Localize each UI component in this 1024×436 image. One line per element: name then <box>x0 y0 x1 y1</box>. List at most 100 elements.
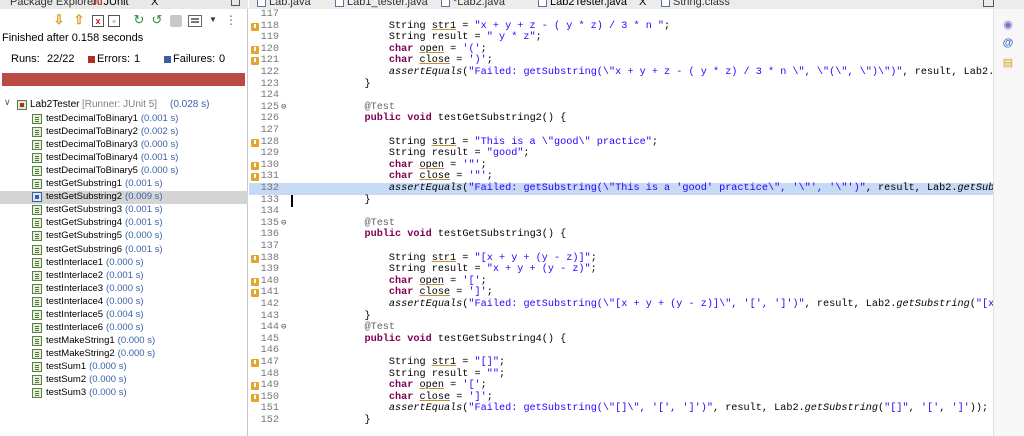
code-line[interactable]: 148 String result = ""; <box>249 369 993 381</box>
test-suite-node[interactable]: ∨ Lab2Tester [Runner: JUnit 5] (0.028 s) <box>0 97 248 112</box>
test-case-item[interactable]: testMakeString2 (0.000 s) <box>0 348 248 361</box>
code-line[interactable]: 151 assertEquals("Failed: getSubstring(\… <box>249 403 993 415</box>
editor-tab-string-class[interactable]: String.class <box>661 0 730 8</box>
next-failure-icon[interactable]: ⇩ <box>52 13 66 27</box>
code-line[interactable]: 126 public void testGetSubstring2() { <box>249 113 993 125</box>
test-case-item[interactable]: testDecimalToBinary5 (0.000 s) <box>0 165 248 178</box>
test-case-item[interactable]: testGetSubstring2 (0.009 s) <box>0 191 248 205</box>
code-line[interactable]: 140 char open = '['; <box>249 276 993 288</box>
test-case-time: (0.001 s) <box>125 243 163 255</box>
code-line[interactable]: 137 <box>249 241 993 253</box>
code-line[interactable]: 123 } <box>249 79 993 91</box>
at-sign-icon[interactable]: @ <box>1002 37 1014 49</box>
code-line[interactable]: 125 ⊖ @Test <box>249 102 993 114</box>
test-case-item[interactable]: testSum3 (0.000 s) <box>0 387 248 400</box>
code-line[interactable]: 142 assertEquals("Failed: getSubstring(\… <box>249 299 993 311</box>
history-icon[interactable] <box>188 15 202 27</box>
test-case-item[interactable]: testSum2 (0.000 s) <box>0 374 248 387</box>
code-text: String str1 = "x + y + z - ( y * z) / 3 … <box>340 20 671 32</box>
test-case-time: (0.000 s) <box>89 360 127 372</box>
test-case-item[interactable]: testDecimalToBinary2 (0.002 s) <box>0 126 248 139</box>
code-line[interactable]: 118 String str1 = "x + y + z - ( y * z) … <box>249 21 993 33</box>
show-failures-only-icon[interactable]: x <box>92 15 104 27</box>
code-line[interactable]: 152 } <box>249 415 993 427</box>
code-line[interactable]: 144 ⊖ @Test <box>249 322 993 334</box>
code-line[interactable]: 131 char close = '"'; <box>249 171 993 183</box>
test-case-item[interactable]: testGetSubstring4 (0.001 s) <box>0 217 248 230</box>
fold-icon[interactable]: ⊖ <box>281 322 286 334</box>
editor-tab-lab2[interactable]: *Lab2.java <box>441 0 505 8</box>
tab-junit[interactable]: JuJUnit <box>92 0 129 8</box>
code-line[interactable]: 117 <box>249 9 993 21</box>
test-case-item[interactable]: testGetSubstring3 (0.001 s) <box>0 204 248 217</box>
scroll-lock-icon[interactable]: ▫ <box>108 15 120 27</box>
previous-failure-icon[interactable]: ⇧ <box>72 13 86 27</box>
fold-icon[interactable]: ⊖ <box>281 218 286 230</box>
line-number: 134 <box>260 206 279 218</box>
test-case-item[interactable]: testGetSubstring1 (0.001 s) <box>0 178 248 191</box>
test-case-item[interactable]: testInterlace5 (0.004 s) <box>0 309 248 322</box>
line-number: 123 <box>260 78 279 90</box>
code-line[interactable]: 132 assertEquals("Failed: getSubstring(\… <box>249 183 993 195</box>
code-line[interactable]: 130 char open = '"'; <box>249 160 993 172</box>
fold-icon[interactable]: ⊖ <box>281 102 286 114</box>
code-line[interactable]: 129 String result = "good"; <box>249 148 993 160</box>
test-case-time: (0.001 s) <box>140 152 179 164</box>
test-case-item[interactable]: testInterlace3 (0.000 s) <box>0 283 248 296</box>
code-area[interactable]: 117 118 String str1 = "x + y + z - ( y * … <box>249 9 993 436</box>
line-number: 126 <box>260 113 279 125</box>
drag-handle-icon[interactable]: ⋮ <box>224 13 238 27</box>
code-line[interactable]: 138 String str1 = "[x + y + (y - z)]"; <box>249 253 993 265</box>
code-line[interactable]: 122 assertEquals("Failed: getSubstring(\… <box>249 67 993 79</box>
outline-icon[interactable]: ◉ <box>1002 19 1014 31</box>
code-line[interactable]: 146 <box>249 345 993 357</box>
code-line[interactable]: 147 String str1 = "[]"; <box>249 357 993 369</box>
test-case-time: (0.000 s) <box>106 256 144 268</box>
code-line[interactable]: 143 } <box>249 311 993 323</box>
code-line[interactable]: 133 } <box>249 195 993 207</box>
test-case-item[interactable]: testMakeString1 (0.000 s) <box>0 335 248 348</box>
test-case-item[interactable]: testInterlace1 (0.000 s) <box>0 257 248 270</box>
code-line[interactable]: 134 <box>249 206 993 218</box>
code-text: String result = "good"; <box>340 148 530 160</box>
editor-tab-lab[interactable]: Lab.java <box>257 0 311 8</box>
test-case-item[interactable]: testDecimalToBinary4 (0.001 s) <box>0 152 248 165</box>
test-pass-icon <box>32 296 42 307</box>
rerun-icon[interactable]: ↻ <box>132 13 146 27</box>
test-case-item[interactable]: testInterlace2 (0.001 s) <box>0 270 248 283</box>
test-case-item[interactable]: testSum1 (0.000 s) <box>0 361 248 374</box>
close-icon[interactable]: X <box>151 0 158 8</box>
test-case-item[interactable]: testInterlace6 (0.000 s) <box>0 322 248 335</box>
test-case-item[interactable]: testInterlace4 (0.000 s) <box>0 296 248 309</box>
code-line[interactable]: 119 String result = " y * z"; <box>249 32 993 44</box>
code-line[interactable]: 121 char close = ')'; <box>249 55 993 67</box>
code-line[interactable]: 120 char open = '('; <box>249 44 993 56</box>
test-case-item[interactable]: testGetSubstring6 (0.001 s) <box>0 244 248 257</box>
editor-tab-lab2tester[interactable]: Lab2Tester.java <box>538 0 627 8</box>
code-line[interactable]: 128 String str1 = "This is a \"good\" pr… <box>249 137 993 149</box>
code-line[interactable]: 124 <box>249 90 993 102</box>
view-menu-icon[interactable]: ▼ <box>206 13 220 27</box>
stop-icon[interactable] <box>170 15 182 27</box>
rerun-failed-first-icon[interactable]: ↺ <box>150 13 164 27</box>
code-text: String str1 = "This is a \"good\" practi… <box>340 136 658 148</box>
line-number: 144 <box>260 322 279 334</box>
code-line[interactable]: 141 char close = ']'; <box>249 287 993 299</box>
code-line[interactable]: 145 public void testGetSubstring4() { <box>249 334 993 346</box>
code-line[interactable]: 149 char open = '['; <box>249 380 993 392</box>
maximize-icon[interactable] <box>983 0 994 7</box>
code-line[interactable]: 127 <box>249 125 993 137</box>
chevron-down-icon[interactable]: ∨ <box>4 97 11 108</box>
test-case-item[interactable]: testDecimalToBinary3 (0.000 s) <box>0 139 248 152</box>
minimize-icon[interactable] <box>231 0 240 6</box>
code-line[interactable]: 139 String result = "x + y + (y - z)"; <box>249 264 993 276</box>
test-case-item[interactable]: testDecimalToBinary1 (0.001 s) <box>0 113 248 126</box>
editor-tab-lab1-tester[interactable]: Lab1_tester.java <box>335 0 428 8</box>
code-line[interactable]: 150 char close = ']'; <box>249 392 993 404</box>
tab-package-explorer[interactable]: Package Explorer <box>10 0 97 8</box>
close-icon[interactable]: X <box>639 0 646 8</box>
code-line[interactable]: 135 ⊖ @Test <box>249 218 993 230</box>
code-line[interactable]: 136 public void testGetSubstring3() { <box>249 229 993 241</box>
task-list-icon[interactable]: ▤ <box>1002 57 1014 69</box>
test-case-item[interactable]: testGetSubstring5 (0.000 s) <box>0 230 248 243</box>
